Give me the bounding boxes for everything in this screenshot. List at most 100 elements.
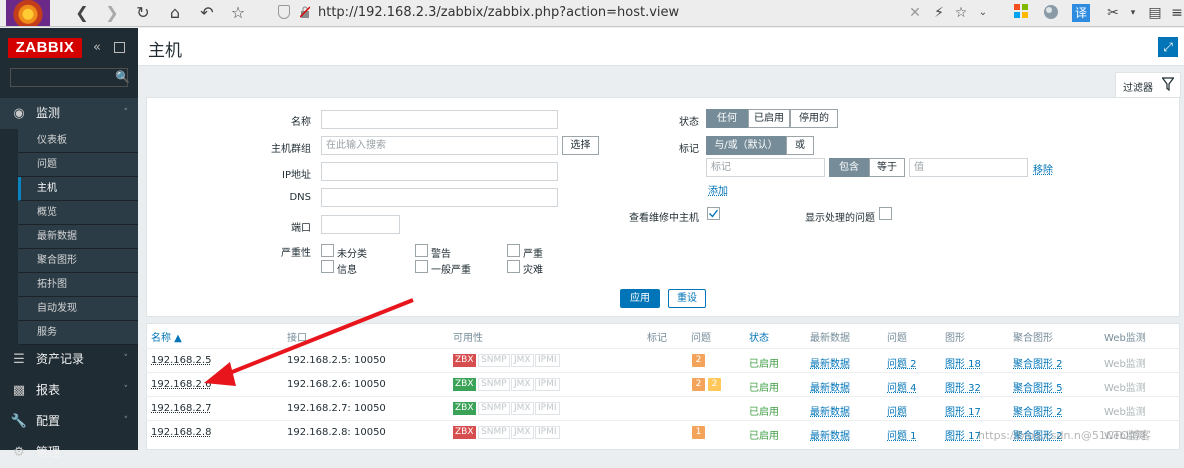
scissors-menu-icon[interactable]: ▾ [1124, 4, 1142, 22]
sidebar-item-dashboard[interactable]: 仪表板 [18, 129, 138, 153]
hide-sidebar-icon[interactable] [114, 42, 125, 53]
host-name-link[interactable]: 192.168.2.8 [151, 427, 211, 438]
translate-icon[interactable]: 译 [1072, 4, 1090, 22]
tag-name-field[interactable]: 标记 [706, 158, 825, 177]
latest-data-link[interactable]: 最新数据 [810, 427, 850, 442]
problem-count-badge[interactable]: 2 [692, 378, 705, 391]
suppressed-problems-checkbox[interactable] [879, 207, 892, 220]
host-name-link[interactable]: 192.168.2.6 [151, 379, 211, 390]
sidebar-search-input[interactable]: 🔍 [10, 68, 130, 87]
latest-data-link[interactable]: 最新数据 [810, 403, 850, 418]
column-header-problems: 问题 [691, 333, 711, 344]
graphs-link[interactable]: 图形 32 [945, 379, 981, 394]
search-icon[interactable]: 🔍 [115, 69, 130, 86]
address-bar[interactable]: http://192.168.2.3/zabbix/zabbix.php?act… [318, 5, 679, 20]
severity-not-classified-checkbox[interactable] [321, 244, 334, 257]
column-header-interface[interactable]: 接口 [287, 329, 307, 344]
scissors-icon[interactable]: ✂ [1104, 4, 1122, 22]
clear-icon[interactable]: ✕ [906, 4, 924, 22]
column-header-name[interactable]: 名称 ▲ [151, 329, 182, 344]
back-icon[interactable]: ❮ [72, 3, 92, 23]
menu-configuration[interactable]: 🔧 配置 ˅ [0, 406, 138, 437]
tag-op-equals-option[interactable]: 等于 [869, 158, 905, 177]
dns-field[interactable] [321, 188, 558, 207]
forward-icon[interactable]: ❯ [102, 3, 122, 23]
status-any-option[interactable]: 任何 [706, 109, 748, 128]
page-menu-icon[interactable]: ▤ [1146, 4, 1164, 22]
severity-information-checkbox[interactable] [321, 260, 334, 273]
problem-count-badge[interactable]: 2 [692, 354, 705, 367]
sidebar-item-services[interactable]: 服务 [18, 321, 138, 345]
sidebar-item-overview[interactable]: 概览 [18, 201, 138, 225]
apply-button[interactable]: 应用 [620, 289, 660, 308]
sidebar-item-latest-data[interactable]: 最新数据 [18, 225, 138, 249]
lightning-icon[interactable]: ⚡ [930, 4, 948, 22]
status-cell[interactable]: 已启用 [749, 379, 779, 394]
table-row: 192.168.2.7 192.168.2.7: 10050 ZBX SNMP JMX I… [147, 396, 1181, 420]
collapse-sidebar-icon[interactable]: « [93, 40, 101, 55]
bookmark-star-icon[interactable]: ☆ [228, 3, 248, 23]
status-cell[interactable]: 已启用 [749, 355, 779, 370]
name-field[interactable] [321, 110, 558, 129]
problems-link[interactable]: 问题 4 [887, 379, 917, 394]
zabbix-logo[interactable]: ZABBIX [8, 38, 82, 58]
status-disabled-option[interactable]: 停用的 [790, 109, 838, 128]
hostgroups-field[interactable]: 在此输入搜索 [321, 136, 558, 155]
screens-link[interactable]: 聚合图形 2 [1013, 403, 1063, 418]
graphs-link[interactable]: 图形 17 [945, 427, 981, 442]
latest-data-link[interactable]: 最新数据 [810, 355, 850, 370]
undo-icon[interactable]: ↶ [197, 3, 217, 23]
problems-link[interactable]: 问题 1 [887, 427, 917, 442]
severity-disaster-checkbox[interactable] [507, 260, 520, 273]
menu-administration[interactable]: ⚙ 管理 [0, 437, 138, 468]
reload-icon[interactable]: ↻ [133, 3, 153, 23]
severity-warning-checkbox[interactable] [415, 244, 428, 257]
tag-mode-andor-option[interactable]: 与/或（默认） [706, 136, 786, 155]
status-enabled-option[interactable]: 已启用 [748, 109, 790, 128]
select-hostgroups-button[interactable]: 选择 [562, 136, 599, 155]
menu-monitoring[interactable]: ◉ 监测 ˄ [0, 98, 138, 129]
apps-grid-icon[interactable] [1012, 4, 1030, 22]
more-menu-icon[interactable]: ≡ [1168, 4, 1184, 22]
severity-disaster-label: 灾难 [523, 265, 543, 276]
chevron-down-icon[interactable]: ⌄ [974, 4, 992, 22]
status-cell[interactable]: 已启用 [749, 427, 779, 442]
sidebar-item-problems[interactable]: 问题 [18, 153, 138, 177]
problems-link[interactable]: 问题 2 [887, 355, 917, 370]
column-header-status[interactable]: 状态 [749, 329, 769, 344]
status-cell[interactable]: 已启用 [749, 403, 779, 418]
problem-count-badge[interactable]: 2 [708, 378, 721, 391]
globe-icon[interactable] [1042, 4, 1060, 22]
filter-tab[interactable]: 过滤器 [1115, 72, 1181, 98]
maintenance-checkbox[interactable] [707, 207, 720, 220]
host-name-link[interactable]: 192.168.2.7 [151, 403, 211, 414]
problems-link[interactable]: 问题 [887, 403, 907, 418]
menu-reports[interactable]: ▩ 报表 ˅ [0, 375, 138, 406]
severity-high-checkbox[interactable] [507, 244, 520, 257]
tag-value-field[interactable]: 值 [909, 158, 1028, 177]
tag-op-contains-option[interactable]: 包含 [829, 158, 869, 177]
screens-link[interactable]: 聚合图形 2 [1013, 355, 1063, 370]
port-field[interactable] [321, 215, 400, 234]
tag-mode-or-option[interactable]: 或 [786, 136, 814, 155]
menu-administration-label: 管理 [36, 445, 61, 459]
sidebar-item-discovery[interactable]: 自动发现 [18, 297, 138, 321]
add-tag-link[interactable]: 添加 [708, 182, 728, 197]
ip-field[interactable] [321, 162, 558, 181]
sidebar-item-maps[interactable]: 拓扑图 [18, 273, 138, 297]
host-name-link[interactable]: 192.168.2.5 [151, 355, 211, 366]
latest-data-link[interactable]: 最新数据 [810, 379, 850, 394]
reset-button[interactable]: 重设 [668, 289, 706, 308]
problem-count-badge[interactable]: 1 [692, 426, 705, 439]
sidebar-item-screens[interactable]: 聚合图形 [18, 249, 138, 273]
graphs-link[interactable]: 图形 18 [945, 355, 981, 370]
screens-link[interactable]: 聚合图形 5 [1013, 379, 1063, 394]
remove-tag-link[interactable]: 移除 [1033, 161, 1053, 176]
home-icon[interactable]: ⌂ [165, 3, 185, 23]
sidebar-item-hosts[interactable]: 主机 [18, 177, 138, 201]
severity-average-checkbox[interactable] [415, 260, 428, 273]
graphs-link[interactable]: 图形 17 [945, 403, 981, 418]
favorite-star-icon[interactable]: ☆ [952, 4, 970, 22]
menu-inventory[interactable]: ☰ 资产记录 ˅ [0, 344, 138, 375]
fullscreen-button[interactable]: ⤢ [1158, 37, 1178, 57]
